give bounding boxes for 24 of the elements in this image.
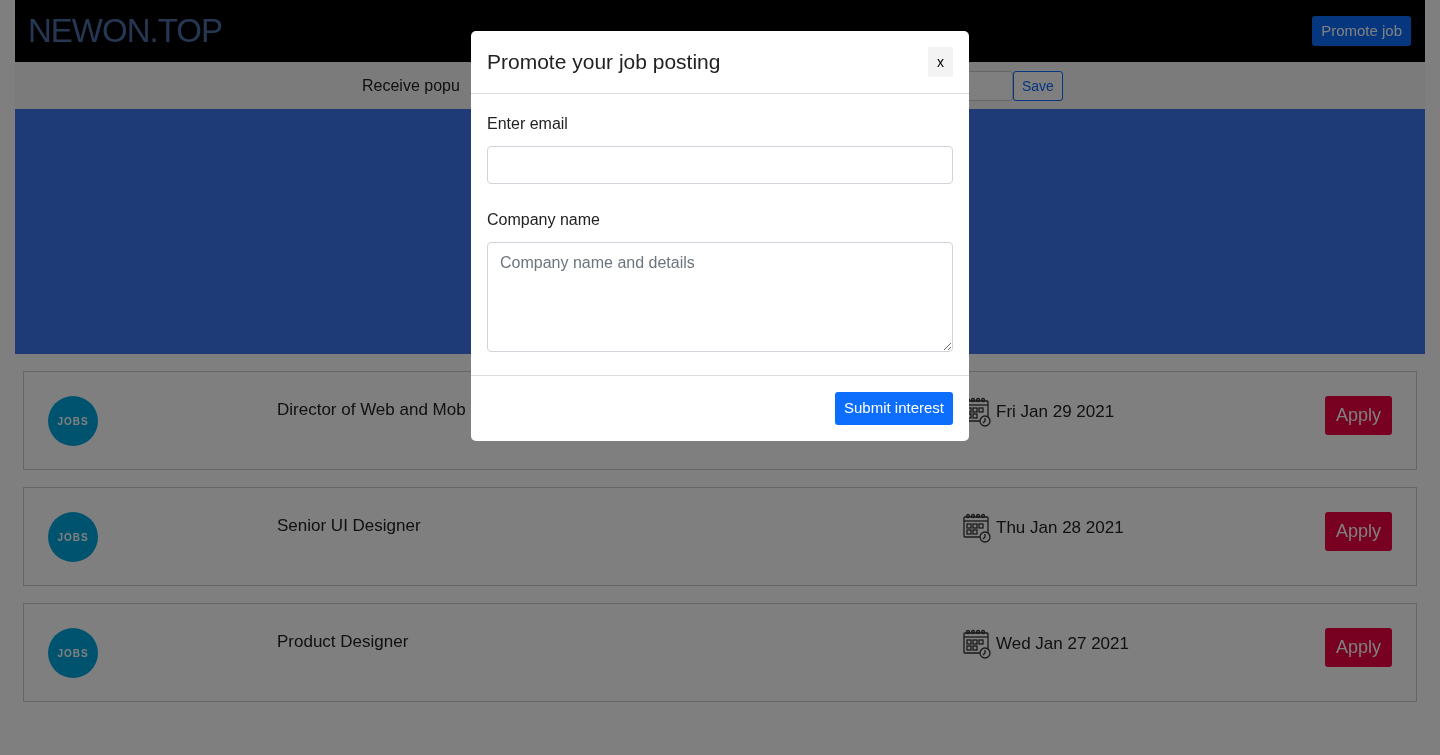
close-button[interactable]: x [928,47,953,77]
subscribe-text: Receive popu [362,75,461,96]
job-date: Thu Jan 28 2021 [996,517,1124,540]
email-field[interactable] [487,146,953,184]
calendar-icon [963,629,992,659]
modal-title: Promote your job posting [487,49,721,76]
apply-button[interactable]: Apply [1324,396,1392,435]
save-button[interactable]: Save [1013,70,1063,101]
company-logo: JOBS [48,628,98,678]
job-title[interactable]: Product Designer [277,629,727,655]
site-logo[interactable]: NEWON.TOP [28,6,222,56]
company-logo: JOBS [48,396,98,446]
calendar-icon [963,513,992,543]
promote-job-button[interactable]: Promote job [1312,15,1411,47]
field-label: Company name [487,210,601,230]
company-field[interactable]: Company name and details [487,242,953,352]
apply-button[interactable]: Apply [1324,628,1392,667]
apply-button[interactable]: Apply [1324,512,1392,551]
job-date: Wed Jan 27 2021 [996,633,1129,656]
submit-button[interactable]: Submit interest [834,392,953,425]
job-date: Fri Jan 29 2021 [996,401,1115,424]
field-label: Enter email [487,114,569,134]
job-title[interactable]: Senior UI Designer [277,513,727,539]
company-logo: JOBS [48,512,98,562]
